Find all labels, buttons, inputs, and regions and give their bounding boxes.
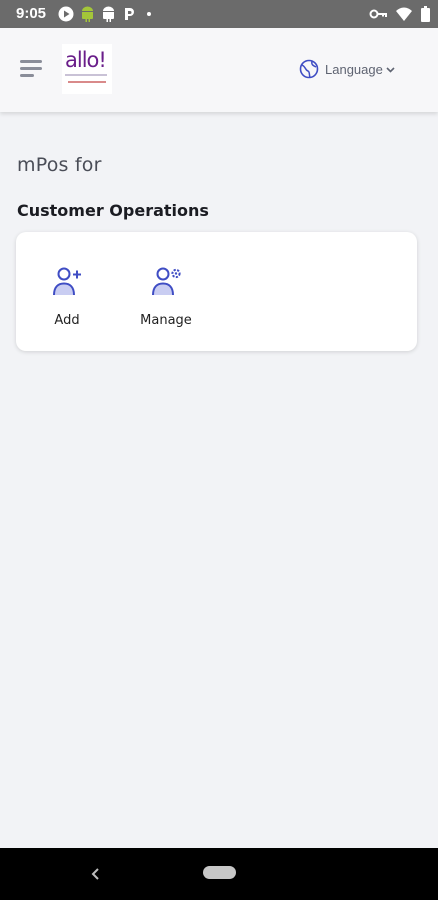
play-circle-icon (58, 6, 74, 22)
app-header: allo! Language (0, 28, 438, 112)
manage-user-icon (152, 267, 181, 296)
status-time: 9:05 (16, 5, 47, 22)
add-customer-button[interactable]: Add (46, 266, 88, 328)
key-icon (369, 9, 387, 19)
app-logo: allo! (62, 44, 112, 94)
chevron-down-icon (386, 66, 395, 73)
notification-icons (58, 6, 156, 22)
logo-text: allo! (65, 48, 107, 72)
add-user-icon (53, 267, 81, 296)
dot-icon (147, 12, 151, 16)
wifi-icon (396, 7, 412, 21)
back-chevron-icon[interactable] (86, 864, 106, 884)
customer-operations-card: Add Manage (16, 232, 417, 351)
language-selector[interactable]: Language (299, 58, 395, 80)
manage-customer-button[interactable]: Manage (134, 266, 198, 328)
home-pill-button[interactable] (203, 866, 236, 879)
battery-icon (421, 6, 430, 22)
section-title: Customer Operations (17, 201, 209, 220)
status-bar: 9:05 (0, 0, 438, 28)
add-label: Add (54, 313, 80, 328)
globe-icon (299, 59, 319, 79)
manage-label: Manage (140, 313, 192, 328)
page-subtitle: mPos for (17, 154, 102, 176)
language-label: Language (325, 61, 383, 77)
p-icon (125, 8, 134, 20)
hamburger-menu-icon[interactable] (20, 58, 44, 78)
android-icon (103, 6, 114, 22)
system-navigation-bar (0, 848, 438, 900)
system-status-icons (369, 6, 430, 22)
android-icon (82, 6, 93, 22)
